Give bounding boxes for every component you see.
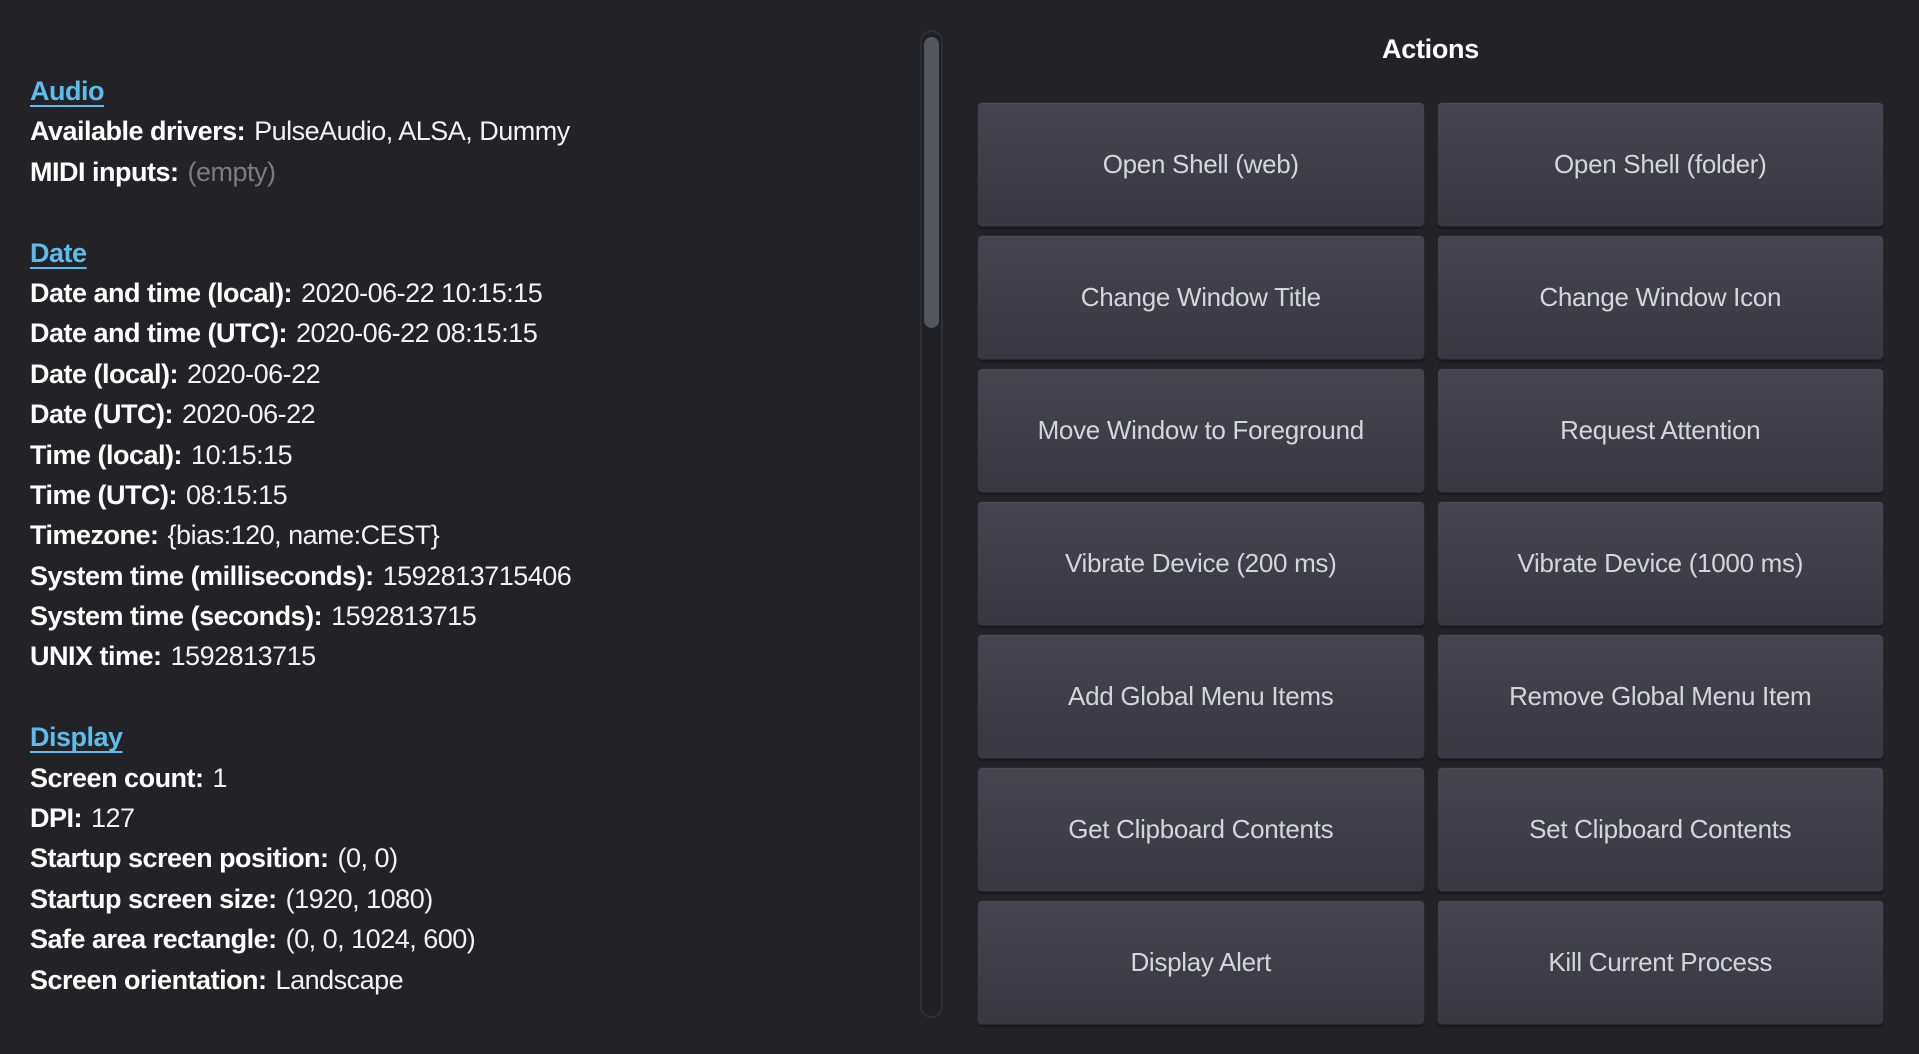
info-label: Timezone: bbox=[30, 520, 159, 550]
info-row: Timezone: {bias:120, name:CEST} bbox=[30, 515, 890, 555]
info-value: (0, 0) bbox=[338, 843, 398, 873]
info-value: 2020-06-22 08:15:15 bbox=[296, 318, 537, 348]
scrollbar-thumb[interactable] bbox=[924, 37, 939, 328]
info-label: Startup screen position: bbox=[30, 843, 329, 873]
info-row: Time (UTC): 08:15:15 bbox=[30, 475, 890, 515]
action-button-change-window-icon[interactable]: Change Window Icon bbox=[1437, 235, 1885, 360]
section-gap bbox=[30, 677, 890, 717]
action-button-vibrate-200ms[interactable]: Vibrate Device (200 ms) bbox=[977, 501, 1425, 626]
action-button-add-global-menu-items[interactable]: Add Global Menu Items bbox=[977, 634, 1425, 759]
info-label: Screen orientation: bbox=[30, 965, 267, 995]
info-label: Screen count: bbox=[30, 763, 204, 793]
info-label: Startup screen size: bbox=[30, 884, 277, 914]
action-button-request-attention[interactable]: Request Attention bbox=[1437, 368, 1885, 493]
system-info-panel: Audio Available drivers: PulseAudio, ALSA… bbox=[30, 71, 890, 1000]
action-button-vibrate-1000ms[interactable]: Vibrate Device (1000 ms) bbox=[1437, 501, 1885, 626]
action-button-open-shell-folder[interactable]: Open Shell (folder) bbox=[1437, 102, 1885, 227]
info-value: 1592813715 bbox=[171, 641, 316, 671]
info-label: System time (seconds): bbox=[30, 601, 322, 631]
info-row: MIDI inputs: (empty) bbox=[30, 152, 890, 192]
info-row: Date (local): 2020-06-22 bbox=[30, 354, 890, 394]
action-button-display-alert[interactable]: Display Alert bbox=[977, 900, 1425, 1025]
info-row: Date and time (local): 2020-06-22 10:15:1… bbox=[30, 273, 890, 313]
info-row: Screen count: 1 bbox=[30, 758, 890, 798]
info-row: Date (UTC): 2020-06-22 bbox=[30, 394, 890, 434]
info-label: Date and time (local): bbox=[30, 278, 292, 308]
section-heading-audio: Audio bbox=[30, 71, 890, 111]
action-button-kill-current-process[interactable]: Kill Current Process bbox=[1437, 900, 1885, 1025]
actions-title: Actions bbox=[977, 34, 1884, 65]
info-value: 1 bbox=[213, 763, 228, 793]
info-label: Time (UTC): bbox=[30, 480, 177, 510]
info-value: 2020-06-22 10:15:15 bbox=[301, 278, 542, 308]
info-value: Landscape bbox=[276, 965, 404, 995]
info-row: UNIX time: 1592813715 bbox=[30, 636, 890, 676]
info-value: 08:15:15 bbox=[186, 480, 287, 510]
info-value: 2020-06-22 bbox=[187, 359, 320, 389]
info-label: Time (local): bbox=[30, 440, 182, 470]
info-value: (1920, 1080) bbox=[286, 884, 433, 914]
info-label: Available drivers: bbox=[30, 116, 245, 146]
info-row: System time (milliseconds): 1592813715406 bbox=[30, 556, 890, 596]
action-button-set-clipboard-contents[interactable]: Set Clipboard Contents bbox=[1437, 767, 1885, 892]
info-row: Startup screen position: (0, 0) bbox=[30, 838, 890, 878]
info-value: 127 bbox=[91, 803, 135, 833]
info-label: Date (UTC): bbox=[30, 399, 173, 429]
section-gap bbox=[30, 192, 890, 232]
os-test-window: Audio Available drivers: PulseAudio, ALSA… bbox=[0, 0, 1919, 1054]
info-value: {bias:120, name:CEST} bbox=[168, 520, 440, 550]
action-button-move-window-foreground[interactable]: Move Window to Foreground bbox=[977, 368, 1425, 493]
action-button-get-clipboard-contents[interactable]: Get Clipboard Contents bbox=[977, 767, 1425, 892]
actions-grid: Open Shell (web) Open Shell (folder) Cha… bbox=[977, 102, 1884, 1025]
info-label: DPI: bbox=[30, 803, 82, 833]
section-heading-display: Display bbox=[30, 717, 890, 757]
action-button-remove-global-menu-item[interactable]: Remove Global Menu Item bbox=[1437, 634, 1885, 759]
info-row: Available drivers: PulseAudio, ALSA, Dumm… bbox=[30, 111, 890, 151]
info-label: MIDI inputs: bbox=[30, 157, 178, 187]
info-value: PulseAudio, ALSA, Dummy bbox=[254, 116, 570, 146]
info-row: Screen orientation: Landscape bbox=[30, 960, 890, 1000]
info-row: System time (seconds): 1592813715 bbox=[30, 596, 890, 636]
info-value: 1592813715406 bbox=[383, 561, 572, 591]
info-row: Date and time (UTC): 2020-06-22 08:15:15 bbox=[30, 313, 890, 353]
info-value: 2020-06-22 bbox=[182, 399, 315, 429]
info-label: UNIX time: bbox=[30, 641, 162, 671]
info-value: (empty) bbox=[187, 157, 275, 187]
info-value: (0, 0, 1024, 600) bbox=[286, 924, 476, 954]
info-label: Date (local): bbox=[30, 359, 178, 389]
info-row: DPI: 127 bbox=[30, 798, 890, 838]
action-button-open-shell-web[interactable]: Open Shell (web) bbox=[977, 102, 1425, 227]
info-row: Time (local): 10:15:15 bbox=[30, 435, 890, 475]
scrollbar-track[interactable] bbox=[920, 30, 943, 1018]
info-value: 10:15:15 bbox=[191, 440, 292, 470]
info-row: Startup screen size: (1920, 1080) bbox=[30, 879, 890, 919]
info-label: Safe area rectangle: bbox=[30, 924, 277, 954]
section-heading-date: Date bbox=[30, 233, 890, 273]
info-label: Date and time (UTC): bbox=[30, 318, 287, 348]
info-value: 1592813715 bbox=[331, 601, 476, 631]
action-button-change-window-title[interactable]: Change Window Title bbox=[977, 235, 1425, 360]
info-label: System time (milliseconds): bbox=[30, 561, 374, 591]
info-row: Safe area rectangle: (0, 0, 1024, 600) bbox=[30, 919, 890, 959]
